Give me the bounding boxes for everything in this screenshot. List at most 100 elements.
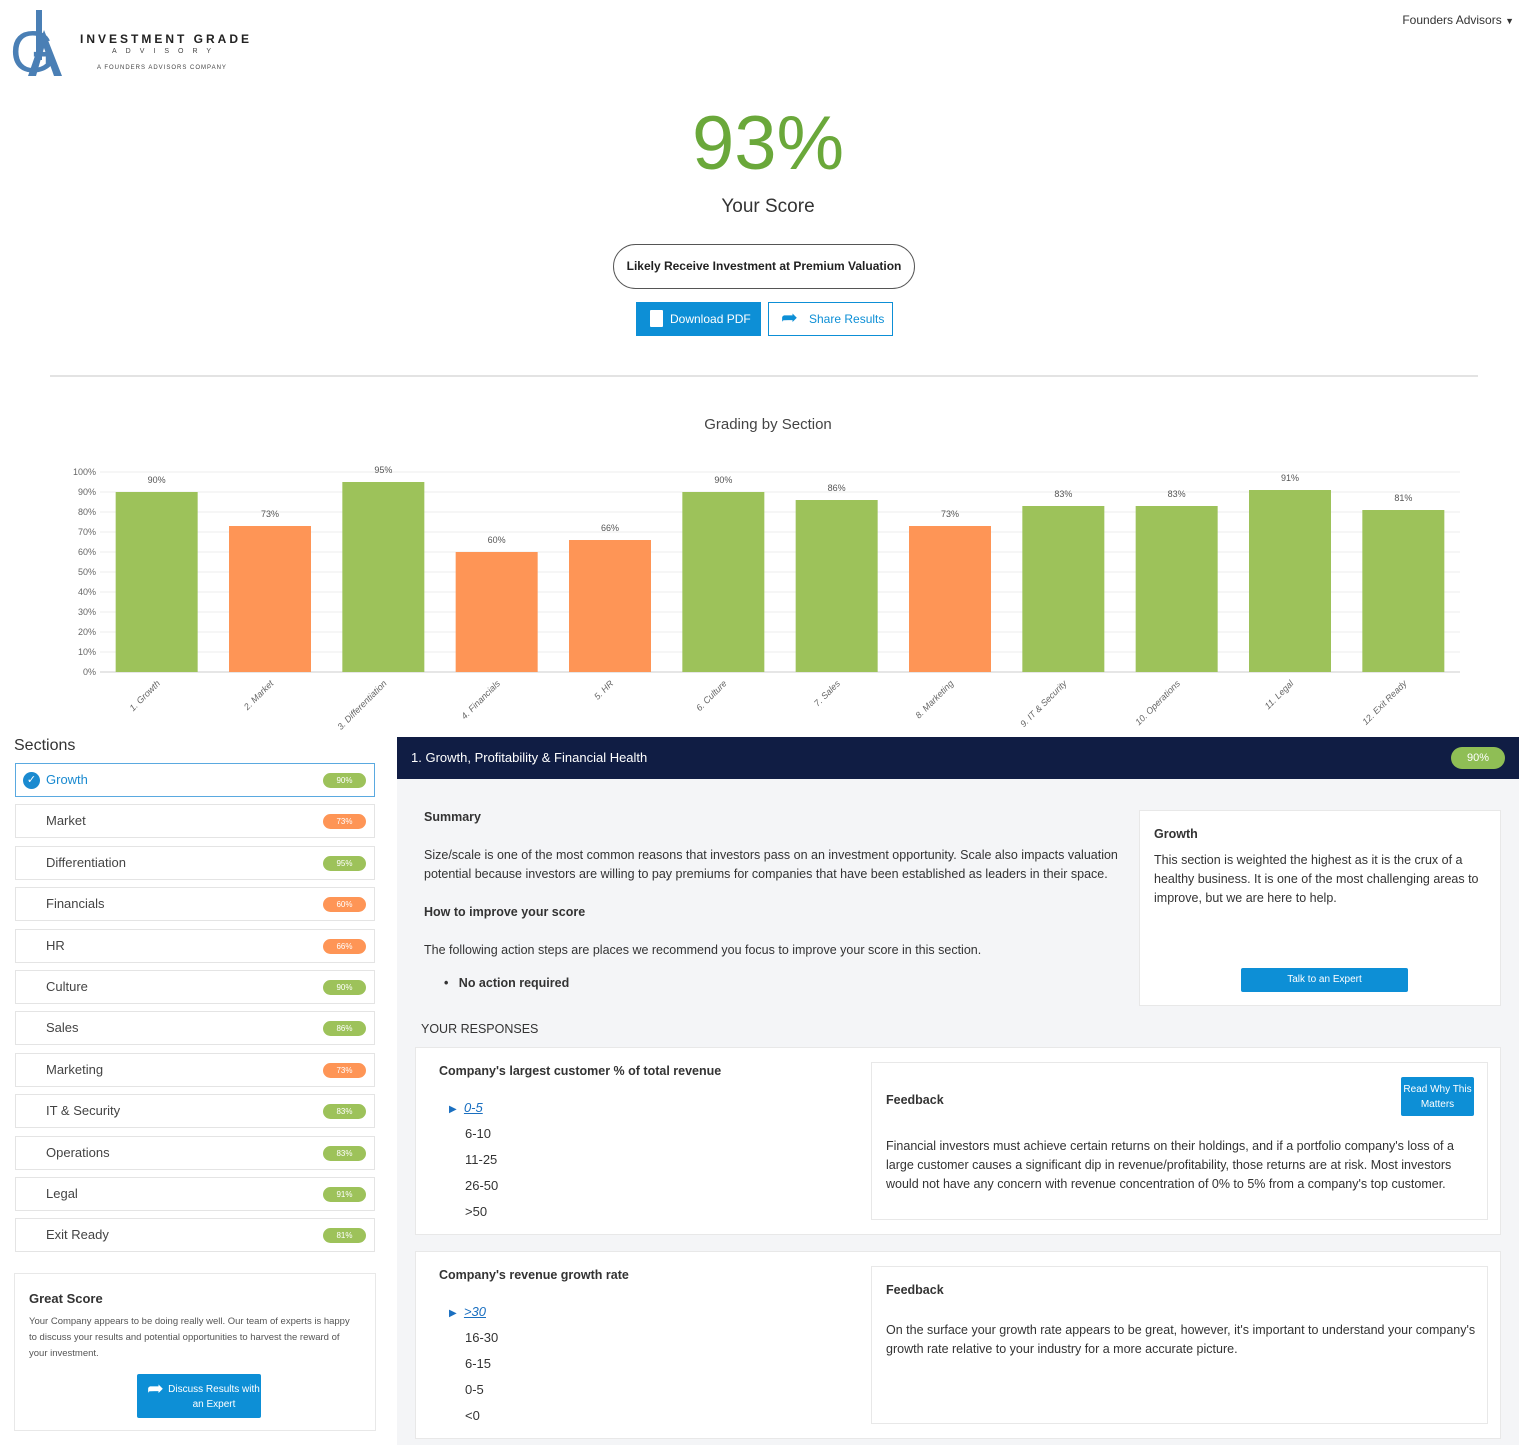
action-item: • No action required — [444, 976, 570, 990]
answer-option[interactable]: 6-10 — [465, 1126, 491, 1141]
data-label: 91% — [1281, 473, 1299, 483]
great-score-title: Great Score — [29, 1291, 103, 1306]
read-why-button[interactable]: Read Why This Matters — [1401, 1077, 1474, 1116]
score-badge: 91% — [323, 1187, 366, 1202]
summary-text: Size/scale is one of the most common rea… — [424, 848, 1118, 881]
y-tick-label: 10% — [78, 647, 96, 657]
x-tick-label: 4. Financials — [459, 678, 502, 721]
sidebar-item-hr[interactable]: HR 66% — [15, 928, 375, 963]
share-results-button[interactable]: ➦ Share Results — [768, 302, 893, 336]
feedback-text: On the surface your growth rate appears … — [886, 1323, 1476, 1356]
answer-label: 26-50 — [465, 1178, 499, 1193]
sidebar-item-legal[interactable]: Legal 91% — [15, 1177, 375, 1211]
verdict-badge: Likely Receive Investment at Premium Val… — [613, 244, 915, 289]
y-tick-label: 0% — [83, 667, 96, 677]
answer-label: 11-25 — [465, 1152, 498, 1167]
sidebar-item-label: Culture — [46, 979, 88, 994]
sidebar-item-exit-ready[interactable]: Exit Ready 81% — [15, 1218, 375, 1253]
y-tick-label: 40% — [78, 587, 96, 597]
bar — [229, 526, 311, 672]
download-label: Download PDF — [670, 312, 751, 326]
sidebar-item-label: Differentiation — [46, 854, 126, 870]
sidebar-item-differentiation[interactable]: Differentiation 95% — [15, 845, 375, 880]
download-pdf-button[interactable]: Download PDF — [636, 302, 761, 336]
feedback-text: Financial investors must achieve certain… — [886, 1139, 1454, 1191]
y-tick-label: 50% — [78, 567, 96, 577]
section-score-badge: 90% — [1451, 747, 1505, 769]
logo[interactable]: G — [10, 10, 70, 85]
data-label: 81% — [1394, 493, 1412, 503]
answer-option[interactable]: 26-50 — [465, 1178, 498, 1193]
y-tick-label: 30% — [78, 607, 96, 617]
improve-title: How to improve your score — [424, 905, 586, 919]
data-label: 95% — [374, 465, 392, 475]
sidebar-item-it-security[interactable]: IT & Security 83% — [15, 1094, 375, 1129]
data-label: 73% — [261, 509, 279, 519]
answer-option[interactable]: 6-15 — [465, 1356, 491, 1371]
x-tick-label: 9. IT & Security — [1018, 678, 1069, 729]
sidebar-item-label: HR — [46, 937, 65, 953]
answer-label: >30 — [463, 1304, 486, 1319]
share-icon: ➦ — [781, 307, 798, 329]
answer-option[interactable]: 11-25 — [465, 1152, 497, 1167]
bar — [1249, 490, 1331, 672]
score-badge: 90% — [323, 773, 366, 788]
answer-option[interactable]: <0 — [465, 1408, 480, 1423]
score-value: 93% — [691, 101, 845, 186]
improve-text: The following action steps are places we… — [424, 943, 982, 957]
sidebar-item-operations[interactable]: Operations 83% — [15, 1135, 375, 1170]
y-tick-label: 70% — [78, 527, 96, 537]
data-label: 86% — [828, 483, 846, 493]
bar — [909, 526, 991, 672]
sidebar-item-label: Marketing — [46, 1061, 104, 1077]
response-card: Company's largest customer % of total re… — [415, 1047, 1501, 1235]
answer-option[interactable]: ▶ >30 — [449, 1304, 486, 1319]
data-label: 66% — [601, 523, 619, 533]
y-tick-label: 60% — [78, 547, 96, 557]
discuss-results-button[interactable]: ➦ Discuss Results with an Expert — [137, 1374, 261, 1418]
bar — [342, 482, 425, 672]
bar — [795, 500, 878, 672]
x-tick-label: 3. Differentiation — [335, 678, 388, 731]
sidebar-item-label: Financials — [46, 896, 105, 912]
sidebar-item-growth[interactable]: ✓ Growth 90% — [15, 763, 375, 797]
answer-option[interactable]: >50 — [465, 1204, 487, 1219]
growth-info-card: Growth This section is weighted the high… — [1139, 810, 1501, 1006]
growth-info-text: This section is weighted the highest as … — [1154, 853, 1479, 905]
sidebar-item-sales[interactable]: Sales 86% — [15, 1011, 375, 1046]
sidebar-item-financials[interactable]: Financials 60% — [15, 887, 375, 922]
talk-to-expert-button[interactable]: Talk to an Expert — [1241, 968, 1408, 992]
x-tick-label: 12. Exit Ready — [1360, 678, 1409, 727]
score-badge: 73% — [323, 1062, 366, 1078]
user-menu[interactable]: Founders Advisors ▼ — [1402, 13, 1514, 27]
score-badge: 83% — [323, 1145, 366, 1161]
score-badge: 86% — [323, 1021, 366, 1037]
summary-title: Summary — [424, 810, 481, 824]
great-score-text: Your Company appears to be doing really … — [29, 1316, 350, 1359]
share-label: Share Results — [809, 312, 885, 326]
x-tick-label: 10. Operations — [1133, 678, 1182, 727]
x-tick-label: 1. Growth — [127, 678, 162, 713]
y-tick-label: 100% — [73, 467, 96, 477]
answer-label: 16-30 — [465, 1330, 499, 1345]
data-label: 83% — [1168, 489, 1186, 499]
answer-option[interactable]: ▶ 0-5 — [449, 1100, 483, 1115]
question-text: Company's revenue growth rate — [439, 1268, 629, 1282]
bar — [1135, 506, 1218, 672]
sidebar-item-marketing[interactable]: Marketing 73% — [15, 1052, 375, 1087]
sidebar-item-culture[interactable]: Culture 90% — [15, 970, 375, 1004]
feedback-card: Feedback Read Why This Matters Financial i… — [871, 1062, 1488, 1220]
bar — [1022, 506, 1105, 672]
data-label: 90% — [714, 475, 732, 485]
sidebar-item-label: Operations — [46, 1144, 110, 1160]
answer-label: 6-15 — [465, 1356, 492, 1371]
sidebar-item-label: Market — [46, 813, 86, 829]
bar — [115, 492, 198, 672]
responses-title: YOUR RESPONSES — [421, 1022, 539, 1036]
feedback-title: Feedback — [886, 1093, 944, 1107]
answer-option[interactable]: 16-30 — [465, 1330, 498, 1345]
answer-option[interactable]: 0-5 — [465, 1382, 484, 1397]
answer-label: 6-10 — [465, 1126, 492, 1141]
selected-arrow-icon: ▶ — [449, 1104, 457, 1115]
sidebar-item-market[interactable]: Market 73% — [15, 804, 375, 839]
